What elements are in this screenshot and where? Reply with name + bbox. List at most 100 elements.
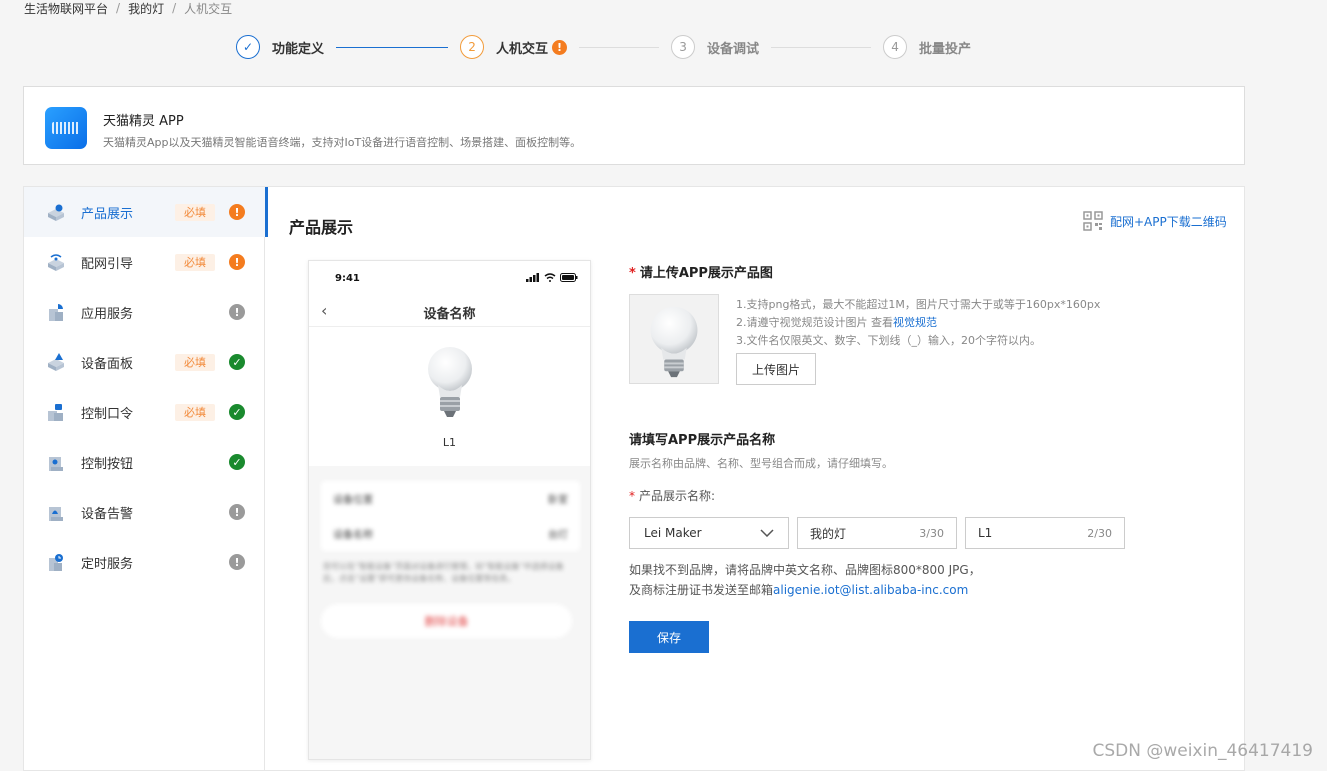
row-label: 设备名称 — [333, 530, 373, 541]
required-badge: 必填 — [175, 403, 215, 421]
network-guide-icon — [48, 254, 64, 271]
sidebar-item-label: 应用服务 — [81, 306, 134, 322]
chevron-down-icon — [760, 529, 774, 537]
phone-preview: 9:41 ‹ 设备名称 L1 设备位置 卧室 设备名称 台灯 您可以在“智能设备… — [308, 260, 591, 760]
tmall-genie-logo — [45, 107, 87, 149]
row-label: 设备位置 — [333, 495, 373, 506]
sidebar-item-label: 设备告警 — [81, 506, 134, 522]
step-connector — [336, 46, 449, 48]
sidebar-item-device-panel[interactable]: 设备面板 必填 ✓ — [24, 337, 265, 387]
sidebar-item-label: 配网引导 — [81, 256, 134, 272]
breadcrumb: 生活物联网平台 / 我的灯 / 人机交互 — [24, 0, 232, 16]
section-title: 产品展示 — [289, 218, 354, 237]
breadcrumb-product[interactable]: 我的灯 — [128, 0, 164, 17]
step-3[interactable]: 3 设备调试 — [671, 35, 759, 59]
step-number: 4 — [883, 35, 908, 59]
step-number: 3 — [671, 35, 696, 59]
phone-time: 9:41 — [335, 273, 360, 284]
light-bulb-image — [650, 306, 698, 378]
product-display-icon — [48, 204, 64, 221]
check-icon: ✓ — [229, 454, 245, 470]
check-icon: ✓ — [236, 35, 260, 59]
phone-device-name: L1 — [442, 436, 457, 449]
model-char-count: 2/30 — [1087, 526, 1112, 540]
list-item: 设备名称 台灯 — [321, 516, 580, 551]
warning-icon: ! — [552, 39, 568, 55]
watermark: CSDN @weixin_46417419 — [1092, 741, 1313, 761]
hint-filename: 3.文件名仅限英文、数字、下划线（_）输入，20个字符以内。 — [736, 334, 1041, 347]
model-input[interactable]: L1 2/30 — [965, 517, 1125, 549]
check-icon: ✓ — [229, 354, 245, 370]
sidebar-item-timer-service[interactable]: 定时服务 ! — [24, 537, 265, 587]
brand-hint: 如果找不到品牌，请将品牌中英文名称、品牌图标800*800 JPG， 及商标注册… — [629, 563, 981, 597]
step-1[interactable]: ✓ 功能定义 — [236, 35, 324, 59]
qr-code-icon — [1083, 211, 1103, 231]
email-link[interactable]: aligenie.iot@list.alibaba-inc.com — [773, 583, 968, 597]
upload-image-button[interactable]: 上传图片 — [736, 353, 816, 385]
product-image-preview — [629, 294, 719, 384]
sidebar-item-control-button[interactable]: 控制按钮 ✓ — [24, 437, 265, 487]
battery-icon — [560, 273, 578, 282]
step-4[interactable]: 4 批量投产 — [883, 35, 971, 59]
qr-link-label: 配网+APP下载二维码 — [1110, 214, 1227, 229]
list-item: 设备位置 卧室 — [321, 481, 580, 516]
hint-visual: 2.请遵守视觉规范设计图片 查看视觉规范 — [736, 316, 937, 329]
info-icon: ! — [229, 504, 245, 520]
control-command-icon — [48, 404, 63, 421]
device-panel-icon — [48, 353, 64, 371]
phone-settings-list: 设备位置 卧室 设备名称 台灯 — [321, 481, 580, 551]
sidebar-item-control-command[interactable]: 控制口令 必填 ✓ — [24, 387, 265, 437]
sidebar: 产品展示 必填 ! 配网引导 必填 ! 应用服务 ! 设备面板 必填 ✓ 控制口… — [24, 187, 268, 770]
sidebar-item-label: 控制按钮 — [81, 456, 134, 472]
row-value: 台灯 — [548, 530, 568, 541]
app-service-icon — [49, 304, 63, 321]
brand-value: Lei Maker — [644, 526, 702, 540]
check-icon: ✓ — [229, 404, 245, 420]
required-badge: 必填 — [175, 203, 215, 221]
breadcrumb-platform[interactable]: 生活物联网平台 — [24, 0, 108, 17]
sidebar-item-device-alarm[interactable]: 设备告警 ! — [24, 487, 265, 537]
qr-code-link[interactable]: 配网+APP下载二维码 — [1083, 211, 1227, 231]
step-label: 设备调试 — [707, 41, 760, 57]
sidebar-item-label: 控制口令 — [81, 406, 134, 422]
upload-hints: 1.支持png格式，最大不能超过1M，图片尺寸需大于或等于160px*160px… — [736, 296, 1100, 350]
sidebar-item-app-service[interactable]: 应用服务 ! — [24, 287, 265, 337]
app-title: 天猫精灵 APP — [103, 114, 184, 129]
sidebar-item-label: 产品展示 — [81, 206, 134, 222]
info-icon: ! — [229, 554, 245, 570]
step-label: 人机交互 — [496, 41, 549, 57]
breadcrumb-separator: / — [116, 1, 121, 15]
wifi-icon — [544, 273, 556, 282]
row-value: 卧室 — [548, 495, 568, 506]
visual-spec-link[interactable]: 视觉规范 — [893, 316, 937, 329]
required-badge: 必填 — [175, 253, 215, 271]
info-icon: ! — [229, 304, 245, 320]
name-hint: 展示名称由品牌、名称、型号组合而成，请仔细填写。 — [629, 457, 893, 470]
name-input[interactable]: 我的灯 3/30 — [797, 517, 957, 549]
phone-title: 设备名称 — [423, 307, 476, 322]
control-button-icon — [49, 457, 63, 471]
step-number: 2 — [460, 35, 485, 59]
required-badge: 必填 — [175, 353, 215, 371]
breadcrumb-separator: / — [172, 1, 177, 15]
hint-format: 1.支持png格式，最大不能超过1M，图片尺寸需大于或等于160px*160px — [736, 298, 1101, 311]
step-connector — [771, 46, 872, 48]
brand-select[interactable]: Lei Maker — [629, 517, 789, 549]
app-description: 天猫精灵App以及天猫精灵智能语音终端，支持对IoT设备进行语音控制、场景搭建、… — [103, 136, 582, 149]
light-bulb-image — [428, 347, 472, 417]
warning-icon: ! — [229, 204, 245, 220]
model-input-value: L1 — [978, 526, 993, 540]
sidebar-item-network-guide[interactable]: 配网引导 必填 ! — [24, 237, 265, 287]
app-info-card: 天猫精灵 APP 天猫精灵App以及天猫精灵智能语音终端，支持对IoT设备进行语… — [23, 86, 1245, 165]
name-input-value: 我的灯 — [810, 526, 847, 541]
name-section-title: 请填写APP展示产品名称 — [629, 433, 776, 448]
step-connector — [579, 46, 660, 48]
signal-icon — [526, 273, 539, 282]
breadcrumb-current: 人机交互 — [184, 1, 233, 16]
phone-delete-button: 删除设备 — [321, 604, 572, 638]
sidebar-item-product-display[interactable]: 产品展示 必填 ! — [24, 187, 268, 237]
step-2[interactable]: 2 人机交互 ! — [460, 35, 568, 59]
save-button[interactable]: 保存 — [629, 621, 709, 653]
timer-service-icon — [49, 554, 63, 571]
phone-note: 您可以在“智能设备”页面对设备进行管理，如“智能设备”中选择设备后，点击“设置”… — [323, 562, 564, 583]
